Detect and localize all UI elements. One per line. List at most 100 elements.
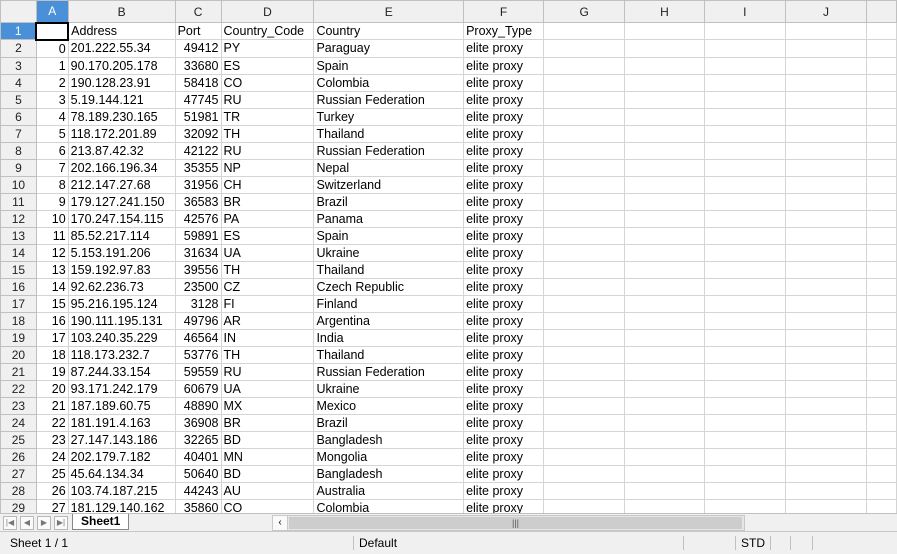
cell[interactable]	[624, 209, 705, 228]
cell[interactable]	[542, 430, 626, 449]
column-header-e[interactable]: E	[313, 0, 465, 23]
cell[interactable]: elite proxy	[463, 311, 544, 330]
row-header[interactable]: 6	[0, 107, 37, 126]
cell[interactable]: elite proxy	[463, 226, 544, 245]
row-header[interactable]: 7	[0, 124, 37, 143]
cell[interactable]	[624, 328, 705, 347]
cell[interactable]: RU	[220, 90, 315, 109]
cell[interactable]: 12	[35, 243, 69, 262]
column-header-b[interactable]: B	[67, 0, 176, 23]
cell[interactable]: Mexico	[313, 396, 465, 415]
cell[interactable]	[866, 209, 897, 228]
cell[interactable]	[784, 260, 868, 279]
cell[interactable]	[542, 277, 626, 296]
cell[interactable]: 44243	[174, 481, 222, 500]
cell[interactable]: elite proxy	[463, 39, 544, 58]
cell[interactable]: elite proxy	[463, 413, 544, 432]
cell[interactable]	[542, 498, 626, 513]
cell[interactable]: 22	[35, 413, 69, 432]
cell[interactable]: RU	[220, 362, 315, 381]
cell[interactable]	[542, 226, 626, 245]
cell[interactable]	[542, 294, 626, 313]
cell[interactable]: RU	[220, 141, 315, 160]
cell[interactable]: 53776	[174, 345, 222, 364]
cell[interactable]	[542, 158, 626, 177]
cell[interactable]: 13	[35, 260, 69, 279]
cell[interactable]	[703, 345, 786, 364]
cell[interactable]	[624, 260, 705, 279]
cell[interactable]: 3128	[174, 294, 222, 313]
cell[interactable]	[624, 464, 705, 483]
first-sheet-icon[interactable]: |◀	[3, 516, 17, 530]
row-header[interactable]: 20	[0, 345, 37, 364]
cell[interactable]	[624, 124, 705, 143]
cell[interactable]	[703, 107, 786, 126]
cell[interactable]	[542, 447, 626, 466]
cell[interactable]: 16	[35, 311, 69, 330]
page-style[interactable]: Default	[359, 532, 397, 554]
cell[interactable]	[703, 447, 786, 466]
row-header[interactable]: 11	[0, 192, 37, 211]
tab-sheet1[interactable]: Sheet1	[72, 514, 130, 530]
cell[interactable]: 31956	[174, 175, 222, 194]
cell[interactable]	[703, 379, 786, 398]
cell[interactable]	[866, 311, 897, 330]
spreadsheet-grid[interactable]: ABCDEFGHIJ 1 Address Port Country_Code Count…	[0, 0, 897, 513]
cell[interactable]	[866, 192, 897, 211]
cell[interactable]	[542, 209, 626, 228]
cell[interactable]	[542, 90, 626, 109]
scrollbar-thumb[interactable]: |||	[289, 517, 742, 529]
cell[interactable]: 32265	[174, 430, 222, 449]
cell[interactable]: elite proxy	[463, 90, 544, 109]
column-header-d[interactable]: D	[220, 0, 315, 23]
cell[interactable]	[703, 209, 786, 228]
cell[interactable]	[542, 124, 626, 143]
cell[interactable]: 8	[35, 175, 69, 194]
cell[interactable]	[784, 396, 868, 415]
cell[interactable]	[784, 328, 868, 347]
cell[interactable]	[624, 311, 705, 330]
cell[interactable]	[866, 124, 897, 143]
cell[interactable]	[542, 107, 626, 126]
cell[interactable]: 48890	[174, 396, 222, 415]
cell[interactable]: 21	[35, 396, 69, 415]
cell[interactable]	[866, 464, 897, 483]
cell[interactable]: 201.222.55.34	[67, 39, 176, 58]
cell[interactable]: Thailand	[313, 124, 465, 143]
cell[interactable]	[703, 175, 786, 194]
cell[interactable]: 78.189.230.165	[67, 107, 176, 126]
cell[interactable]: 49412	[174, 39, 222, 58]
cell[interactable]	[703, 124, 786, 143]
cell[interactable]	[784, 430, 868, 449]
cell[interactable]	[624, 39, 705, 58]
cell[interactable]	[542, 141, 626, 160]
row-header[interactable]: 2	[0, 39, 37, 58]
cell[interactable]: 7	[35, 158, 69, 177]
cell[interactable]: elite proxy	[463, 107, 544, 126]
cell[interactable]	[542, 311, 626, 330]
cell[interactable]: 2	[35, 73, 69, 92]
cell[interactable]	[624, 362, 705, 381]
column-header-c[interactable]: C	[174, 0, 222, 23]
cell[interactable]: 190.128.23.91	[67, 73, 176, 92]
cell[interactable]	[624, 243, 705, 262]
cell[interactable]	[624, 498, 705, 513]
cell[interactable]	[784, 175, 868, 194]
cell[interactable]	[624, 379, 705, 398]
row-header[interactable]: 15	[0, 260, 37, 279]
cell[interactable]: elite proxy	[463, 498, 544, 513]
cell[interactable]: 33680	[174, 56, 222, 75]
cell[interactable]: Russian Federation	[313, 90, 465, 109]
cell[interactable]: elite proxy	[463, 464, 544, 483]
cell[interactable]: BR	[220, 192, 315, 211]
cell[interactable]: 6	[35, 141, 69, 160]
cell[interactable]: 60679	[174, 379, 222, 398]
cell[interactable]	[624, 158, 705, 177]
cell[interactable]	[624, 107, 705, 126]
cell[interactable]: 20	[35, 379, 69, 398]
next-sheet-icon[interactable]: ▶	[37, 516, 51, 530]
column-header-extra[interactable]	[866, 0, 897, 23]
cell[interactable]	[784, 294, 868, 313]
cell[interactable]	[866, 158, 897, 177]
cell[interactable]	[703, 277, 786, 296]
